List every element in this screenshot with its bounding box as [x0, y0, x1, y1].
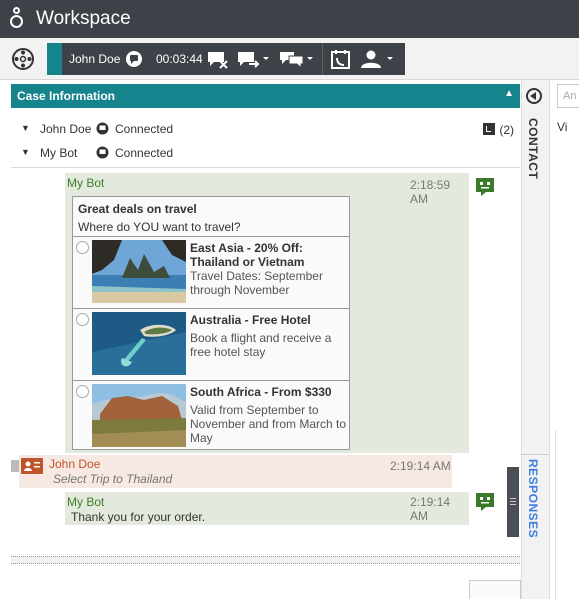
card-subtitle: Where do YOU want to travel? — [78, 220, 241, 234]
consult-icon[interactable] — [279, 49, 315, 69]
chat-status-icon — [96, 122, 109, 135]
option-description: Book a flight and receive a free hotel s… — [190, 331, 332, 359]
caret-down-icon[interactable]: ▼ — [21, 147, 30, 157]
card-option[interactable]: South Africa - From $330 Valid from Sept… — [73, 381, 349, 451]
party-status: Connected — [115, 122, 174, 136]
case-information-header[interactable]: Case Information ▲ — [11, 84, 520, 108]
transfer-icon[interactable] — [237, 49, 271, 69]
interaction-accent — [47, 43, 62, 75]
caller-name: John Doe — [69, 52, 121, 66]
option-title: Australia - Free Hotel — [190, 313, 311, 327]
agent-message: John Doe 2:19:14 AM Select Trip to Thail… — [19, 455, 452, 488]
send-button[interactable] — [469, 580, 521, 599]
party-list: ▼ John Doe Connected (2) ▼ My Bot Connec… — [11, 112, 520, 168]
message-sender: John Doe — [49, 457, 101, 471]
interaction-timer: 00:03:44 — [156, 52, 203, 66]
history-icon — [483, 123, 496, 135]
title-bar: Workspace — [0, 0, 579, 38]
toolbar-divider — [322, 43, 323, 75]
chat-status-icon — [96, 146, 109, 159]
option-radio[interactable] — [76, 241, 89, 254]
message-time: 2:19:14 AM — [390, 459, 451, 473]
agent-avatar-icon — [21, 458, 43, 474]
party-row: ▼ John Doe Connected (2) — [11, 118, 520, 140]
collapse-panel-icon[interactable] — [526, 88, 542, 104]
bot-avatar-icon — [476, 178, 494, 196]
party-action-icon[interactable] — [359, 49, 397, 69]
message-text: Select Trip to Thailand — [53, 472, 173, 486]
caret-down-icon[interactable]: ▼ — [21, 123, 30, 133]
rich-media-card: Great deals on travel Where do YOU want … — [72, 196, 350, 450]
south-africa-landscape-image — [92, 384, 186, 447]
tab-responses[interactable]: RESPONSES — [526, 459, 540, 538]
message-time: 2:18:59 AM — [410, 178, 451, 206]
responses-panel — [555, 430, 579, 599]
thailand-beach-image — [92, 240, 186, 303]
message-time: 2:19:14 AM — [410, 495, 451, 523]
side-tab-divider — [521, 454, 549, 455]
panel-resize-handle[interactable] — [507, 467, 519, 537]
bot-message: My Bot 2:19:14 AM Thank you for your ord… — [65, 492, 469, 525]
contact-search-placeholder: An — [563, 90, 577, 102]
tab-contact[interactable]: CONTACT — [526, 118, 540, 179]
message-sender: My Bot — [67, 176, 105, 190]
australia-reef-image — [92, 312, 186, 375]
message-sender: My Bot — [67, 495, 105, 509]
card-option[interactable]: Australia - Free Hotel Book a flight and… — [73, 309, 349, 379]
message-text: Thank you for your order. — [71, 510, 206, 524]
party-name: John Doe — [40, 122, 92, 136]
case-information-title: Case Information — [17, 89, 116, 103]
history-count: (2) — [499, 123, 514, 137]
card-title: Great deals on travel — [78, 202, 197, 216]
bot-message: My Bot 2:18:59 AM Great deals on travel … — [65, 173, 469, 453]
chat-transcript[interactable]: My Bot 2:18:59 AM Great deals on travel … — [11, 170, 520, 555]
end-chat-icon[interactable] — [207, 49, 229, 69]
active-interaction-bar: John Doe 00:03:44 — [47, 43, 405, 75]
contact-panel-label: Vi — [557, 120, 568, 134]
app-title: Workspace — [36, 8, 131, 29]
contact-search-input[interactable]: An — [557, 84, 579, 108]
option-title: South Africa - From $330 — [190, 385, 332, 399]
settings-icon[interactable] — [10, 46, 36, 72]
chevron-up-icon[interactable]: ▲ — [504, 88, 514, 99]
workspace-logo-icon — [10, 7, 26, 29]
party-row: ▼ My Bot Connected — [11, 142, 520, 164]
option-radio[interactable] — [76, 385, 89, 398]
option-title: East Asia - 20% Off: Thailand or Vietnam — [190, 241, 305, 269]
option-description: Travel Dates: September through November — [190, 269, 323, 297]
option-description: Valid from September to November and fro… — [190, 403, 347, 445]
history-badge[interactable]: (2) — [483, 123, 514, 137]
compose-splitter[interactable] — [11, 556, 520, 564]
bot-avatar-icon — [476, 493, 494, 511]
message-compose-area[interactable] — [11, 565, 520, 599]
schedule-callback-icon[interactable] — [330, 49, 352, 69]
option-radio[interactable] — [76, 313, 89, 326]
interaction-toolbar: John Doe 00:03:44 — [0, 38, 579, 80]
party-name: My Bot — [40, 146, 78, 160]
card-option[interactable]: East Asia - 20% Off: Thailand or Vietnam… — [73, 237, 349, 307]
party-status: Connected — [115, 146, 174, 160]
chat-icon — [126, 51, 142, 67]
